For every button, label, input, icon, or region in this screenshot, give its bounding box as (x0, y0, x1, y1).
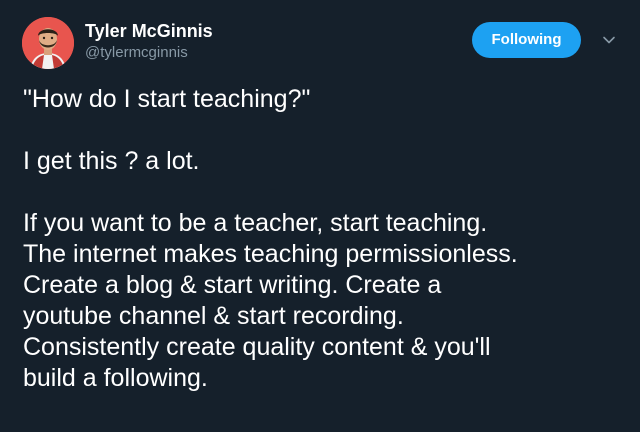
tweet-line: build a following. (23, 364, 208, 392)
tweet-text: "How do I start teaching?" I get this ? … (23, 84, 623, 394)
tweet-line: If you want to be a teacher, start teach… (23, 209, 488, 237)
author-info: Tyler McGinnis @tylermcginnis (85, 20, 213, 63)
chevron-down-icon[interactable] (602, 33, 616, 47)
tweet-line: Consistently create quality content & yo… (23, 333, 491, 361)
avatar[interactable] (22, 17, 74, 69)
tweet-line: Create a blog & start writing. Create a (23, 271, 442, 299)
tweet-header: Tyler McGinnis @tylermcginnis Following (22, 16, 622, 70)
tweet-line: "How do I start teaching?" (23, 85, 311, 113)
tweet-line: youtube channel & start recording. (23, 302, 404, 330)
tweet-card: Tyler McGinnis @tylermcginnis Following … (0, 0, 640, 432)
tweet-line: I get this ? a lot. (23, 147, 200, 175)
tweet-line-break (23, 115, 623, 146)
display-name[interactable]: Tyler McGinnis (85, 20, 213, 42)
user-handle[interactable]: @tylermcginnis (85, 43, 213, 63)
tweet-line: The internet makes teaching permissionle… (23, 240, 518, 268)
tweet-line-break (23, 177, 623, 208)
avatar-image (22, 17, 74, 69)
following-button[interactable]: Following (472, 22, 581, 58)
